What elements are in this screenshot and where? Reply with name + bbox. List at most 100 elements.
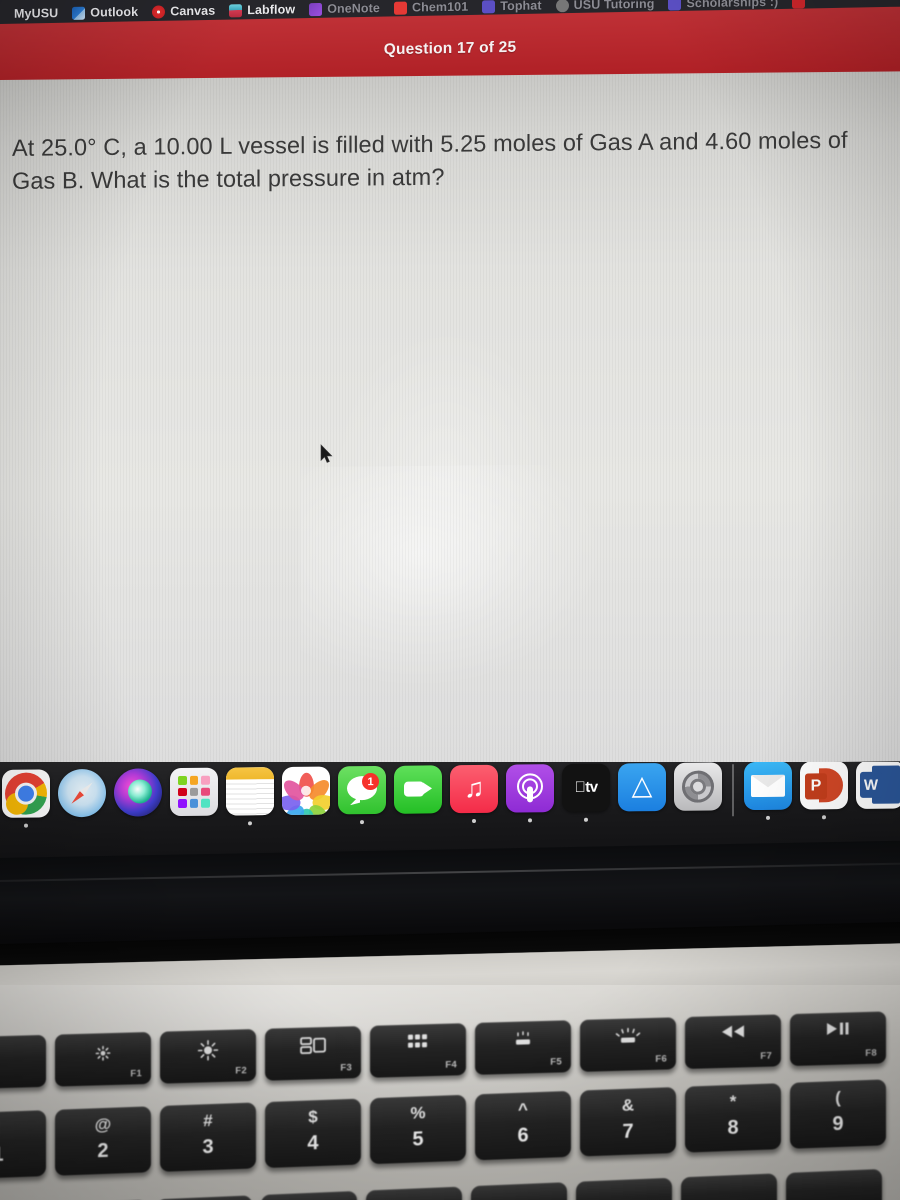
key-f4[interactable]: F4 — [370, 1023, 466, 1078]
dock-item-app-store[interactable]: △ — [614, 762, 670, 826]
key-shift-symbol: * — [729, 1091, 737, 1112]
key-fn-label: F7 — [760, 1050, 772, 1062]
key-9[interactable]: (9 — [790, 1079, 886, 1149]
dock-separator — [732, 764, 734, 817]
key-f7[interactable]: F7 — [685, 1014, 781, 1069]
dock-item-apple-tv[interactable]: tv — [558, 763, 614, 827]
key-5[interactable]: % 5 — [370, 1094, 466, 1165]
mouse-pointer-icon — [320, 444, 334, 464]
question-text: At 25.0° C, a 10.00 L vessel is filled w… — [12, 126, 848, 194]
key-7[interactable]: & 7 — [580, 1086, 676, 1157]
laptop-keyboard: F1F2F3F4F5F6F7F8 !1@2#3$4%5^6&7*8(9 — [0, 1011, 900, 1200]
dock-running-indicator — [24, 823, 28, 828]
key-shift-symbol: @ — [94, 1114, 112, 1135]
photos-icon — [282, 766, 330, 815]
dock-running-indicator — [80, 823, 84, 827]
key-number-label: 4 — [307, 1132, 319, 1155]
key-row3-6[interactable] — [576, 1177, 672, 1200]
key-row3-5[interactable] — [471, 1182, 567, 1200]
messages-icon: 1 — [338, 765, 386, 815]
key-number-label: 3 — [202, 1135, 214, 1159]
bookmark-label: Canvas — [170, 3, 216, 19]
dock-item-messages[interactable]: 1 — [334, 765, 390, 829]
dock-item-siri[interactable] — [110, 768, 166, 831]
dock-running-indicator — [248, 821, 252, 826]
dock-item-powerpoint[interactable]: P — [796, 762, 852, 824]
quiz-page-body: At 25.0° C, a 10.00 L vessel is filled w… — [0, 71, 900, 768]
key-fn-label: F2 — [235, 1065, 247, 1077]
system-preferences-icon — [674, 762, 722, 811]
key-esc[interactable] — [0, 1034, 46, 1090]
play-pause-icon — [790, 1020, 886, 1040]
outlook-icon — [72, 6, 86, 20]
dock-item-facetime[interactable] — [390, 765, 446, 828]
key-row3-3[interactable] — [261, 1190, 357, 1200]
key-fn-label: F1 — [130, 1068, 142, 1080]
bezel-highlight — [0, 862, 900, 882]
powerpoint-icon: P — [800, 762, 848, 810]
mail-icon — [744, 762, 792, 811]
screenshot-root: MyUSU Outlook Canvas Labflow OneNote Chem101 T… — [0, 0, 900, 1200]
key-row3-8[interactable] — [786, 1168, 882, 1200]
key-fn-label: F4 — [445, 1059, 457, 1071]
sun-bright-icon — [160, 1038, 256, 1066]
screen-glare-upper — [330, 324, 560, 627]
dock-running-indicator — [696, 817, 700, 821]
dock-item-podcasts[interactable] — [502, 764, 558, 827]
notes-icon — [226, 767, 274, 816]
dock-item-notes[interactable] — [222, 767, 278, 830]
dock-running-indicator — [528, 818, 532, 823]
key-row3-2[interactable] — [156, 1195, 252, 1200]
dock-item-music[interactable]: ♫ — [446, 764, 502, 828]
key-8[interactable]: * 8 — [685, 1083, 781, 1153]
dock-item-safari[interactable] — [54, 768, 110, 832]
bookmark-label: Tophat — [500, 0, 542, 14]
key-1[interactable]: !1 — [0, 1110, 46, 1180]
safari-icon — [58, 768, 106, 818]
chrome-icon — [2, 769, 50, 818]
key-number-label: 1 — [0, 1143, 4, 1167]
key-f6[interactable]: F6 — [580, 1017, 676, 1072]
key-3[interactable]: #3 — [160, 1102, 256, 1172]
key-shift-symbol: ^ — [518, 1099, 528, 1119]
dock-running-indicator — [640, 817, 644, 821]
bookmark-label: Chem101 — [411, 0, 469, 15]
key-shift-symbol: & — [621, 1095, 635, 1115]
dock-item-chrome[interactable] — [0, 769, 54, 832]
dock-running-indicator — [584, 817, 588, 822]
dock-running-indicator — [822, 815, 826, 820]
apple-tv-icon: tv — [562, 763, 610, 813]
dock-running-indicator — [416, 820, 420, 824]
dock-item-mail[interactable] — [740, 762, 796, 824]
key-number-label: 7 — [622, 1120, 634, 1143]
key-f2[interactable]: F2 — [160, 1028, 256, 1084]
key-f8[interactable]: F8 — [790, 1011, 886, 1067]
dock-item-photos[interactable] — [278, 766, 334, 829]
scholarships-icon — [668, 0, 682, 10]
tophat-icon — [482, 0, 496, 13]
launchpad-grid-icon — [370, 1032, 466, 1053]
bookmark-label: OneNote — [327, 1, 380, 16]
screen-glare-lower — [300, 464, 600, 688]
dock-running-indicator — [360, 820, 364, 825]
keyboard-backlight-bright-icon — [580, 1026, 676, 1049]
key-f3[interactable]: F3 — [265, 1026, 361, 1081]
key-row3-7[interactable] — [681, 1173, 777, 1200]
key-f5[interactable]: F5 — [475, 1020, 571, 1075]
podcasts-icon — [506, 764, 554, 813]
key-4[interactable]: $4 — [265, 1098, 361, 1169]
launchpad-icon — [170, 767, 218, 817]
key-number-label: 6 — [517, 1124, 529, 1147]
key-f1[interactable]: F1 — [55, 1031, 151, 1087]
rewind-icon — [685, 1023, 781, 1043]
dock-running-indicator — [472, 818, 476, 823]
key-row3-4[interactable] — [366, 1186, 462, 1200]
keyboard-backlight-dim-icon — [475, 1029, 571, 1051]
key-2[interactable]: @2 — [55, 1106, 151, 1176]
key-6[interactable]: ^ 6 — [475, 1090, 571, 1161]
dock-item-launchpad[interactable] — [166, 767, 222, 831]
dock-item-system-preferences[interactable] — [670, 762, 726, 825]
dock-item-word[interactable]: W — [852, 762, 900, 823]
facetime-icon — [394, 765, 442, 814]
dock-running-indicator — [304, 821, 308, 825]
